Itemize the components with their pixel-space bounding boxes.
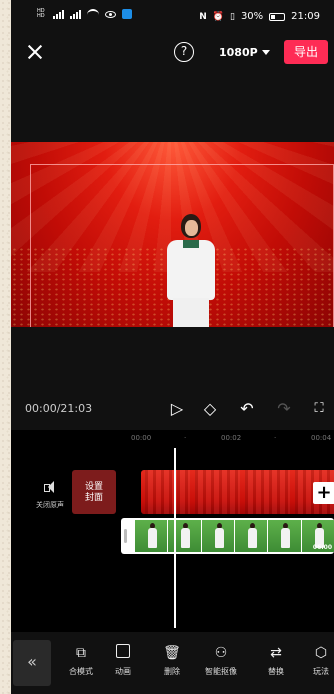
hd-icon: HD HD (37, 8, 45, 19)
timeline[interactable]: 00:00 · 00:02 · 00:04 关闭原声 设置 封面 + 06:00 (11, 430, 334, 632)
tool-label: 玩法 (313, 667, 329, 676)
speaker-icon (42, 480, 58, 494)
close-icon[interactable] (25, 42, 45, 62)
ruler-dot: · (184, 434, 187, 442)
signal-2-icon (70, 9, 81, 19)
cover-label-line1: 设置 (84, 482, 103, 492)
delete-icon: 🗑 (163, 645, 181, 661)
nfc-icon: N (199, 11, 207, 22)
redo-icon[interactable]: ↷ (273, 398, 295, 420)
status-left: HD HD (37, 9, 132, 19)
clip-duration: 06:00 (312, 544, 332, 551)
wifi-icon (87, 9, 99, 19)
ruler-dot: · (274, 434, 277, 442)
export-button[interactable]: 导出 (284, 40, 328, 64)
play-icon[interactable]: ▷ (166, 398, 188, 420)
eye-icon (105, 10, 116, 18)
ruler-tick: 00:00 (131, 434, 152, 442)
bottom-toolbar: « ⧉ 合模式 动画 🗑 删除 ⚇ 智能抠像 ⇄ 替换 ⬡ 玩法 (11, 632, 334, 694)
editor-top-bar: ? 1080P 导出 (11, 40, 334, 68)
phone-screen: HD HD N ⏰ ▯ 30% 21:09 ? 1080P 导出 00:00/2… (11, 0, 334, 694)
battery-icon (269, 12, 286, 21)
cover-label-line2: 封面 (84, 493, 103, 503)
ruler-tick: 00:04 (311, 434, 332, 442)
playback-controls: 00:00/21:03 ▷ ◇ ↶ ↷ ⛶ (11, 396, 334, 424)
tool-label: 动画 (115, 667, 131, 676)
playhead[interactable] (174, 448, 176, 628)
trim-handle[interactable] (124, 529, 127, 543)
replace-icon: ⇄ (270, 645, 282, 661)
status-right: N ⏰ ▯ 30% 21:09 (199, 11, 320, 22)
video-preview[interactable] (11, 142, 334, 327)
timecode: 00:00/21:03 (25, 402, 93, 415)
resolution-label: 1080P (219, 45, 258, 59)
keyframe-icon[interactable]: ◇ (199, 398, 221, 420)
tool-effects[interactable]: ⬡ 玩法 (301, 644, 334, 677)
undo-icon[interactable]: ↶ (236, 398, 258, 420)
mute-original-audio-button[interactable]: 关闭原声 (25, 480, 75, 510)
tool-label: 删除 (164, 667, 180, 676)
tool-label: 合模式 (69, 667, 93, 676)
tool-delete[interactable]: 🗑 删除 (152, 644, 192, 677)
help-button[interactable]: ? (174, 42, 194, 62)
collapse-button[interactable]: « (13, 640, 51, 686)
ruler-tick: 00:02 (221, 434, 242, 442)
tool-label: 智能抠像 (205, 667, 237, 676)
vibrate-icon: ▯ (229, 11, 235, 22)
add-clip-button[interactable]: + (313, 482, 334, 504)
speaker-figure (161, 214, 221, 327)
animation-icon (103, 644, 143, 662)
clock: 21:09 (291, 11, 320, 22)
fullscreen-icon[interactable]: ⛶ (308, 398, 330, 420)
chevron-down-icon (261, 49, 270, 55)
smart-cutout-icon: ⚇ (214, 645, 228, 661)
battery-percent: 30% (240, 11, 264, 22)
picture-in-picture-icon: ⧉ (76, 645, 86, 661)
tool-replace[interactable]: ⇄ 替换 (256, 644, 296, 677)
tool-label: 替换 (268, 667, 284, 676)
mute-label: 关闭原声 (36, 501, 64, 509)
clip-thumbnails (135, 520, 334, 552)
signal-icon (53, 9, 64, 19)
tool-smart-cutout[interactable]: ⚇ 智能抠像 (201, 644, 241, 677)
status-bar: HD HD N ⏰ ▯ 30% 21:09 (11, 0, 334, 36)
set-cover-button[interactable]: 设置 封面 (72, 470, 116, 514)
resolution-dropdown[interactable]: 1080P (211, 41, 274, 63)
tool-animation[interactable]: 动画 (103, 644, 143, 677)
effects-icon: ⬡ (314, 645, 328, 661)
tool-blend-mode[interactable]: ⧉ 合模式 (61, 644, 101, 677)
overlay-clip-track[interactable]: 06:00 (121, 518, 334, 554)
main-video-track[interactable] (141, 470, 334, 514)
time-ruler: 00:00 · 00:02 · 00:04 (11, 432, 334, 446)
app-notification-icon (122, 9, 132, 19)
alarm-icon: ⏰ (212, 11, 224, 22)
